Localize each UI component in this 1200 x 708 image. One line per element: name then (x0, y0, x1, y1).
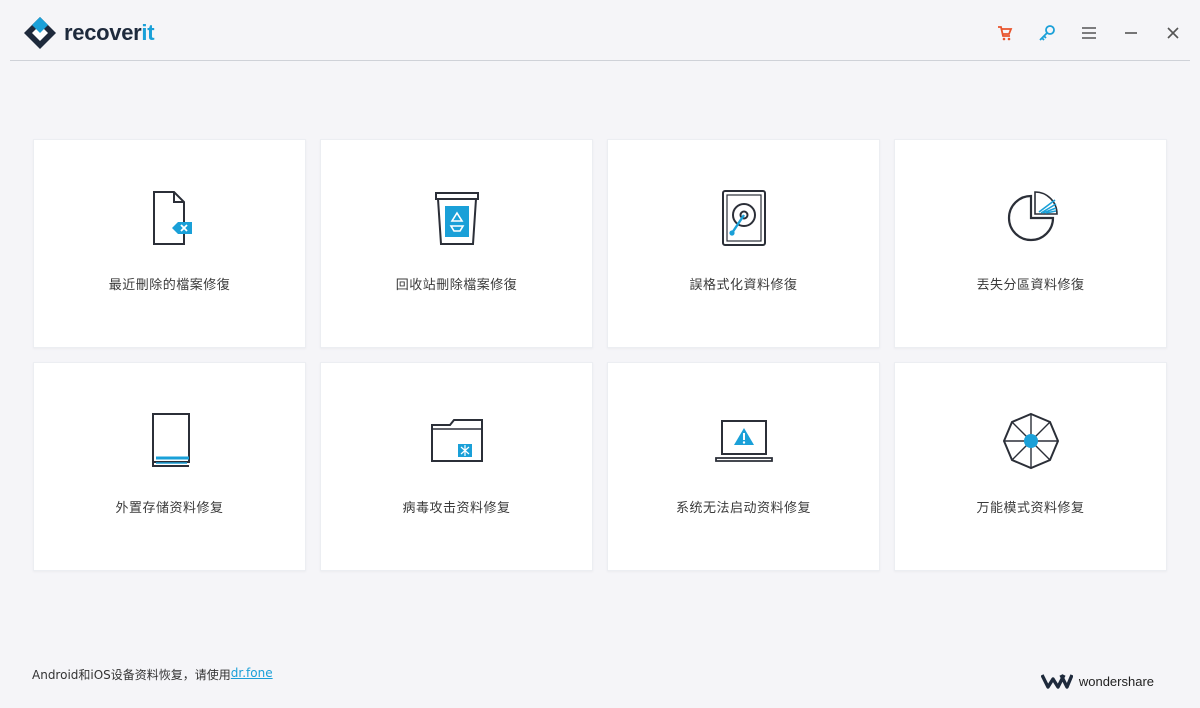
card-label: 誤格式化資料修復 (689, 278, 798, 293)
card-external-storage[interactable]: 外置存储资料修复 (33, 362, 306, 571)
app-name: recoverit (64, 20, 155, 45)
card-deleted-files[interactable]: 最近刪除的檔案修復 (33, 139, 306, 348)
minimize-icon (1125, 32, 1137, 34)
card-virus-attack[interactable]: 病毒攻击资料修复 (320, 362, 593, 571)
footer-text: Android和iOS设备资料恢复，请使用 (32, 668, 231, 682)
wondershare-brand: wondershare (1040, 672, 1154, 690)
recoverit-logo-icon (24, 17, 56, 49)
card-label: 外置存储资料修复 (115, 501, 224, 516)
card-formatted-drive[interactable]: 誤格式化資料修復 (607, 139, 880, 348)
title-bar: recoverit (0, 0, 1200, 62)
close-icon (1167, 27, 1179, 39)
register-button[interactable] (1034, 20, 1060, 46)
card-label: 丟失分區資料修復 (976, 278, 1085, 293)
drfone-link[interactable]: dr.fone (231, 666, 273, 683)
card-all-around[interactable]: 万能模式资料修复 (894, 362, 1167, 571)
system-crash-icon (714, 411, 774, 471)
card-label: 病毒攻击资料修复 (402, 501, 511, 516)
card-label: 最近刪除的檔案修復 (108, 278, 231, 293)
menu-button[interactable] (1076, 20, 1102, 46)
footer-notice: Android和iOS设备资料恢复，请使用 dr.fone (32, 666, 273, 683)
card-label: 回收站刪除檔案修復 (395, 278, 518, 293)
cart-button[interactable] (992, 20, 1018, 46)
cart-icon (998, 26, 1013, 41)
close-button[interactable] (1160, 20, 1186, 46)
card-label: 万能模式资料修复 (976, 501, 1085, 516)
virus-folder-icon (427, 411, 487, 471)
recycle-bin-icon (427, 188, 487, 248)
app-logo: recoverit (22, 15, 155, 51)
external-storage-icon (140, 411, 200, 471)
key-icon (1039, 25, 1055, 41)
recovery-mode-grid: 最近刪除的檔案修復 回收站刪除檔案修復 誤格式化資料修復 丟失分區資料修復 外置… (33, 139, 1167, 571)
title-divider (10, 60, 1190, 61)
card-lost-partition[interactable]: 丟失分區資料修復 (894, 139, 1167, 348)
card-recycle-bin[interactable]: 回收站刪除檔案修復 (320, 139, 593, 348)
hard-drive-icon (714, 188, 774, 248)
card-system-crash[interactable]: 系统无法启动资料修复 (607, 362, 880, 571)
deleted-file-icon (140, 188, 200, 248)
partition-icon (1001, 188, 1061, 248)
card-label: 系统无法启动资料修复 (675, 501, 811, 516)
menu-icon (1082, 27, 1096, 39)
all-round-icon (1001, 411, 1061, 471)
wondershare-logo-icon (1040, 674, 1073, 689)
minimize-button[interactable] (1118, 20, 1144, 46)
brand-name: wondershare (1078, 673, 1154, 689)
